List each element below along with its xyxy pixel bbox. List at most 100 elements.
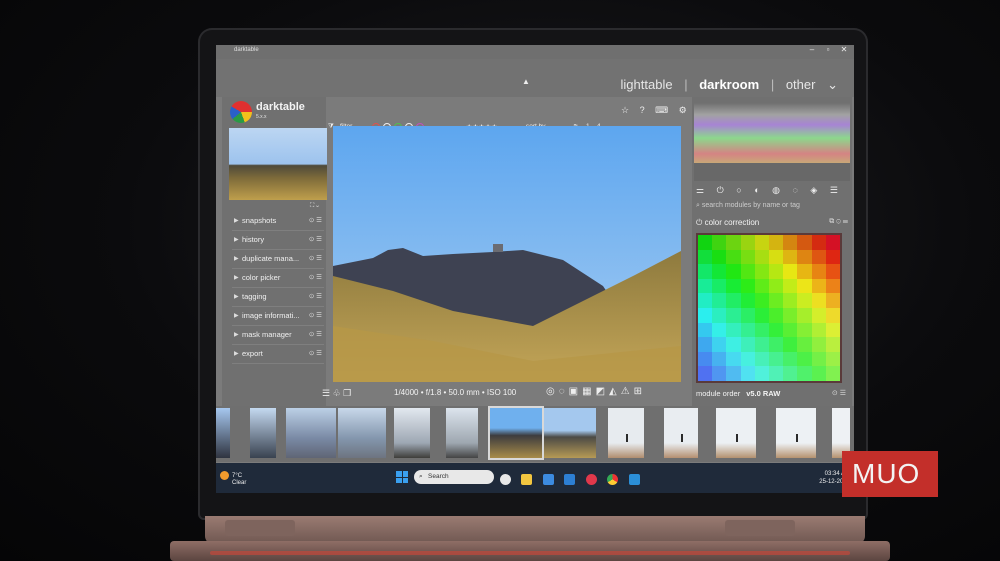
color-grid-cell[interactable]	[768, 322, 784, 338]
keyboard-shortcuts-icon[interactable]: ⌨	[655, 105, 668, 115]
maximize-button[interactable]: ▫	[820, 45, 836, 54]
close-button[interactable]: ✕	[836, 45, 852, 54]
power-icon[interactable]: ⏻	[717, 185, 724, 195]
color-grid-cell[interactable]	[811, 366, 826, 381]
histogram[interactable]	[694, 103, 850, 181]
color-grid-cell[interactable]	[712, 249, 727, 265]
store-icon[interactable]	[542, 474, 554, 486]
color-grid-cell[interactable]	[740, 249, 755, 265]
module-mask-manager[interactable]: ▶ mask manager ⊙ ☰	[232, 326, 324, 345]
color-grid-cell[interactable]	[754, 351, 769, 367]
color-group-icon[interactable]: ◍	[772, 185, 780, 195]
color-grid-cell[interactable]	[726, 351, 741, 367]
module-image-information[interactable]: ▶ image informati... ⊙ ☰	[232, 307, 324, 326]
color-grid-cell[interactable]	[797, 351, 812, 367]
windows-start-icon[interactable]	[396, 471, 408, 483]
color-correction-grid[interactable]	[696, 233, 842, 383]
color-grid-cell[interactable]	[768, 308, 784, 323]
module-presets-icon[interactable]: ⊙ ☰	[309, 273, 322, 281]
color-grid-cell[interactable]	[825, 235, 840, 250]
color-grid-cell[interactable]	[797, 293, 812, 308]
app-icon[interactable]	[628, 474, 640, 486]
filmstrip-thumbnail[interactable]	[216, 408, 230, 458]
darktable-app-icon[interactable]	[500, 474, 511, 486]
color-grid-cell[interactable]	[768, 351, 784, 367]
color-grid-cell[interactable]	[698, 337, 713, 352]
color-grid-cell[interactable]	[726, 322, 741, 338]
color-grid-cell[interactable]	[698, 366, 713, 381]
base-group-icon[interactable]: ○	[736, 185, 741, 195]
color-grid-cell[interactable]	[825, 366, 840, 381]
color-grid-cell[interactable]	[712, 278, 727, 294]
filmstrip-thumbnail[interactable]	[776, 408, 816, 458]
zoom-dropdown-icon[interactable]: ⛶ ⌄	[310, 203, 319, 210]
module-tagging[interactable]: ▶ tagging ⊙ ☰	[232, 288, 324, 307]
color-grid-cell[interactable]	[740, 235, 755, 250]
filmstrip-thumbnail[interactable]	[608, 408, 644, 458]
color-grid-cell[interactable]	[726, 366, 741, 381]
module-color-picker[interactable]: ▶ color picker ⊙ ☰	[232, 269, 324, 288]
menu-icon[interactable]: ☰	[830, 185, 838, 195]
color-grid-cell[interactable]	[797, 366, 812, 381]
color-grid-cell[interactable]	[768, 337, 784, 352]
weather-widget[interactable]: 7°C Clear	[220, 471, 246, 487]
module-history[interactable]: ▶ history ⊙ ☰	[232, 231, 324, 250]
color-grid-cell[interactable]	[698, 264, 713, 279]
color-grid-cell[interactable]	[712, 293, 727, 308]
color-grid-cell[interactable]	[797, 264, 812, 279]
color-grid-cell[interactable]	[783, 322, 798, 338]
tone-group-icon[interactable]: ◐	[754, 185, 759, 195]
color-grid-cell[interactable]	[740, 322, 755, 338]
color-grid-cell[interactable]	[783, 337, 798, 352]
preferences-gear-icon[interactable]: ⚙	[679, 105, 687, 115]
filmstrip-thumbnail-selected[interactable]	[488, 406, 544, 460]
color-grid-cell[interactable]	[825, 308, 840, 323]
color-grid-cell[interactable]	[726, 235, 741, 250]
star-icon[interactable]: ☆	[621, 105, 629, 115]
color-grid-cell[interactable]	[811, 278, 826, 294]
view-more-icon[interactable]: ⌄	[827, 77, 838, 92]
color-grid-cell[interactable]	[797, 322, 812, 338]
color-grid-cell[interactable]	[726, 264, 741, 279]
color-grid-cell[interactable]	[797, 249, 812, 265]
color-grid-cell[interactable]	[797, 278, 812, 294]
color-grid-cell[interactable]	[754, 366, 769, 381]
color-grid-cell[interactable]	[783, 235, 798, 250]
module-presets-icon[interactable]: ⊙ ☰	[309, 330, 322, 338]
color-grid-cell[interactable]	[726, 337, 741, 352]
color-grid-cell[interactable]	[783, 366, 798, 381]
color-grid-cell[interactable]	[712, 351, 727, 367]
module-presets-icon[interactable]: ⊙ ☰	[309, 254, 322, 262]
filmstrip-thumbnail[interactable]	[286, 408, 336, 458]
view-lighttable[interactable]: lighttable	[621, 77, 673, 92]
presets-icon[interactable]: ⚌	[696, 185, 704, 195]
color-grid-cell[interactable]	[811, 293, 826, 308]
color-grid-cell[interactable]	[811, 351, 826, 367]
color-grid-cell[interactable]	[825, 278, 840, 294]
color-grid-cell[interactable]	[698, 308, 713, 323]
color-grid-cell[interactable]	[768, 278, 784, 294]
effect-group-icon[interactable]: ◈	[810, 185, 817, 195]
collapse-top-panel-icon[interactable]: ▲	[522, 77, 530, 86]
color-grid-cell[interactable]	[712, 264, 727, 279]
color-grid-cell[interactable]	[726, 308, 741, 323]
module-snapshots[interactable]: ▶ snapshots ⊙ ☰	[232, 212, 324, 231]
filmstrip-thumbnail[interactable]	[664, 408, 698, 458]
color-grid-cell[interactable]	[740, 351, 755, 367]
color-grid-cell[interactable]	[754, 278, 769, 294]
color-grid-cell[interactable]	[698, 278, 713, 294]
color-grid-cell[interactable]	[754, 235, 769, 250]
bottom-right-tools[interactable]: ◎◌▣▦◩◭⚠⊞	[546, 386, 646, 397]
color-grid-cell[interactable]	[783, 264, 798, 279]
color-grid-cell[interactable]	[797, 235, 812, 250]
color-grid-cell[interactable]	[768, 264, 784, 279]
color-grid-cell[interactable]	[783, 278, 798, 294]
color-grid-cell[interactable]	[740, 308, 755, 323]
color-grid-cell[interactable]	[825, 322, 840, 338]
module-export[interactable]: ▶ export ⊙ ☰	[232, 345, 324, 364]
color-grid-cell[interactable]	[768, 293, 784, 308]
color-grid-cell[interactable]	[712, 308, 727, 323]
view-darkroom[interactable]: darkroom	[699, 77, 759, 92]
module-duplicate-manager[interactable]: ▶ duplicate mana... ⊙ ☰	[232, 250, 324, 269]
bottom-left-tools[interactable]: ☰ ♧ ❐	[322, 388, 351, 399]
